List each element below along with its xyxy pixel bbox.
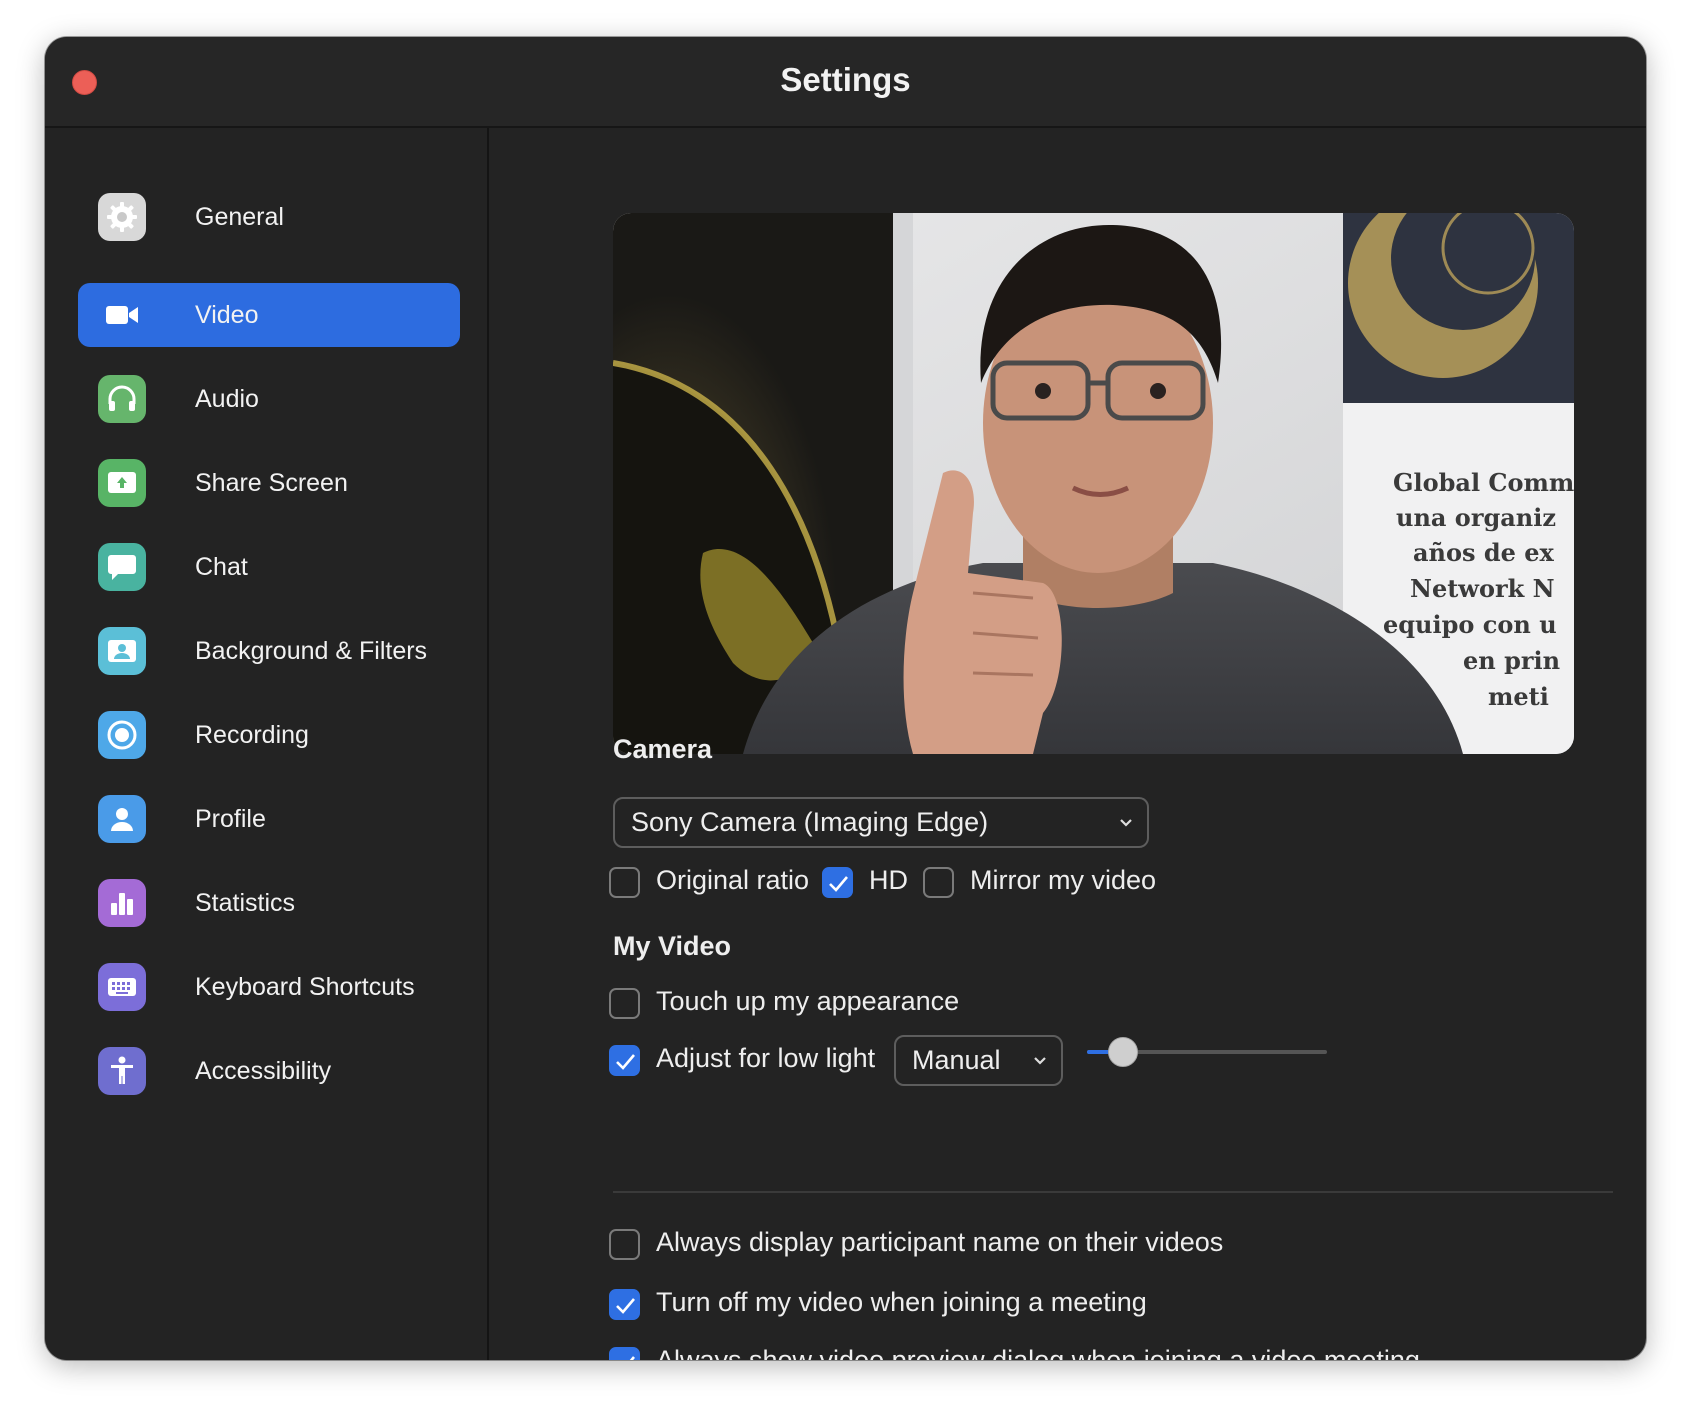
low-light-mode-value: Manual xyxy=(912,1045,1001,1075)
camera-select-value: Sony Camera (Imaging Edge) xyxy=(631,807,989,837)
original-ratio-label: Original ratio xyxy=(656,865,810,895)
gear-icon xyxy=(98,193,146,241)
checkmark-icon xyxy=(616,1054,635,1070)
banner-text-line: una organiz xyxy=(1396,503,1556,532)
sidebar-item-label: Profile xyxy=(195,805,266,833)
touch-up-checkbox[interactable] xyxy=(609,988,640,1019)
divider xyxy=(613,1191,1613,1193)
sidebar-item-chat[interactable]: Chat xyxy=(78,535,460,599)
headphones-icon xyxy=(98,375,146,423)
sidebar-item-recording[interactable]: Recording xyxy=(78,703,460,767)
sidebar-item-audio[interactable]: Audio xyxy=(78,367,460,431)
low-light-mode-select[interactable]: Manual xyxy=(894,1035,1063,1086)
mirror-video-label: Mirror my video xyxy=(970,865,1157,895)
video-preview-dialog-label: Always show video preview dialog when jo… xyxy=(656,1345,1420,1360)
sidebar-item-accessibility[interactable]: Accessibility xyxy=(78,1039,460,1103)
banner-text-line: años de ex xyxy=(1413,538,1555,567)
video-preview-dialog-checkbox[interactable] xyxy=(609,1347,640,1360)
camera-heading: Camera xyxy=(613,734,713,764)
settings-window: Settings General Video Audio Share Scree… xyxy=(45,37,1646,1360)
hd-label: HD xyxy=(869,865,908,895)
video-camera-icon xyxy=(98,291,146,339)
banner-text-line: en prin xyxy=(1463,646,1560,675)
touch-up-label: Touch up my appearance xyxy=(656,986,960,1016)
statistics-icon xyxy=(98,879,146,927)
low-light-label: Adjust for low light xyxy=(656,1043,876,1073)
share-screen-icon xyxy=(98,459,146,507)
checkmark-icon xyxy=(616,1298,635,1314)
sidebar-item-share-screen[interactable]: Share Screen xyxy=(78,451,460,515)
banner-text-line: Network N xyxy=(1410,574,1555,603)
keyboard-icon xyxy=(98,963,146,1011)
title-bar: Settings xyxy=(45,37,1646,128)
turn-off-video-label: Turn off my video when joining a meeting xyxy=(656,1287,1147,1317)
chevron-down-icon xyxy=(1033,1053,1047,1074)
original-ratio-checkbox[interactable] xyxy=(609,867,640,898)
sidebar-item-label: Accessibility xyxy=(195,1057,332,1085)
checkmark-icon xyxy=(629,1356,635,1360)
sidebar-item-general[interactable]: General xyxy=(78,185,460,249)
sidebar-item-label: Audio xyxy=(195,385,259,413)
window-title: Settings xyxy=(780,61,911,98)
chevron-down-icon xyxy=(1119,815,1133,836)
sidebar-item-label: Background & Filters xyxy=(195,637,428,665)
sidebar-item-label: Share Screen xyxy=(195,469,348,497)
slider-thumb[interactable] xyxy=(1108,1037,1138,1067)
chat-bubble-icon xyxy=(98,543,146,591)
camera-select[interactable]: Sony Camera (Imaging Edge) xyxy=(613,797,1149,848)
record-icon xyxy=(98,711,146,759)
hd-checkbox[interactable] xyxy=(822,867,853,898)
mirror-video-checkbox[interactable] xyxy=(923,867,954,898)
sidebar-item-keyboard-shortcuts[interactable]: Keyboard Shortcuts xyxy=(78,955,460,1019)
background-icon xyxy=(98,627,146,675)
sidebar-item-profile[interactable]: Profile xyxy=(78,787,460,851)
sidebar-item-label: Video xyxy=(195,301,259,329)
sidebar-item-statistics[interactable]: Statistics xyxy=(78,871,460,935)
sidebar-item-background-filters[interactable]: Background & Filters xyxy=(78,619,460,683)
video-preview: Global Comm una organiz años de ex Netwo… xyxy=(613,213,1574,754)
my-video-heading: My Video xyxy=(613,931,732,961)
sidebar-item-video[interactable]: Video xyxy=(78,283,460,347)
turn-off-video-checkbox[interactable] xyxy=(609,1289,640,1320)
low-light-checkbox[interactable] xyxy=(609,1045,640,1076)
profile-icon xyxy=(98,795,146,843)
banner-text-line: meti xyxy=(1488,682,1549,711)
banner-text-line: equipo con u xyxy=(1383,610,1557,639)
accessibility-icon xyxy=(98,1047,146,1095)
sidebar-item-label: Statistics xyxy=(195,889,296,917)
display-participant-name-checkbox[interactable] xyxy=(609,1229,640,1260)
sidebar: General Video Audio Share Screen Chat Ba… xyxy=(45,128,489,1360)
checkmark-icon xyxy=(829,876,848,892)
video-settings-panel: Global Comm una organiz años de ex Netwo… xyxy=(489,128,1646,1360)
sidebar-item-label: Keyboard Shortcuts xyxy=(195,973,415,1001)
sidebar-item-label: General xyxy=(195,203,284,231)
low-light-slider[interactable] xyxy=(1087,1037,1327,1067)
sidebar-item-label: Recording xyxy=(195,721,309,749)
sidebar-item-label: Chat xyxy=(195,553,248,581)
display-participant-name-label: Always display participant name on their… xyxy=(656,1227,1224,1257)
banner-text-line: Global Comm xyxy=(1393,468,1574,497)
